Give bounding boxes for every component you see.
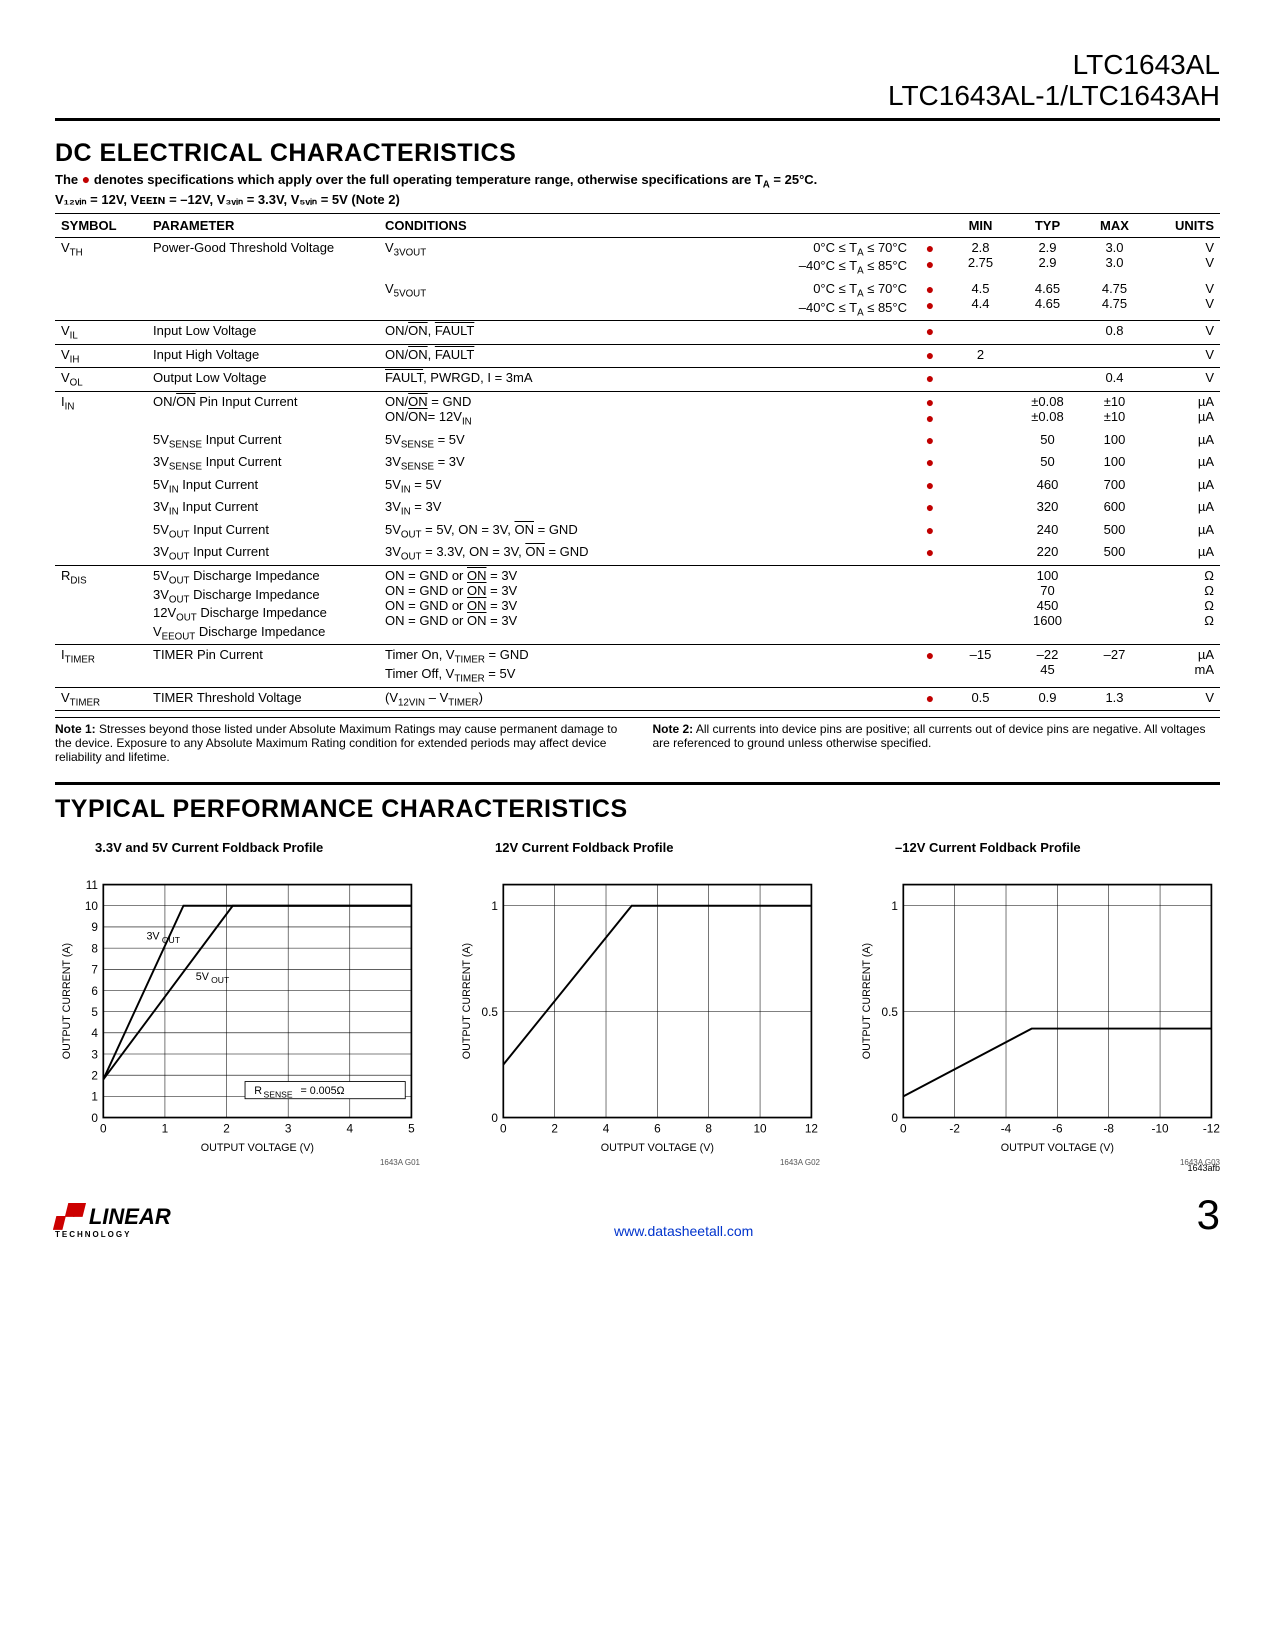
svg-text:5V: 5V [196,971,210,983]
svg-text:11: 11 [86,878,98,892]
svg-text:-8: -8 [1103,1122,1114,1136]
table-row: VILInput Low VoltageON/ON, FAULT●0.8V [55,321,1220,345]
svg-text:OUTPUT VOLTAGE (V): OUTPUT VOLTAGE (V) [1001,1142,1114,1154]
table-row: 3VOUT Input Current3VOUT = 3.3V, ON = 3V… [55,542,1220,565]
svg-text:6: 6 [91,984,98,998]
svg-text:-10: -10 [1152,1122,1169,1136]
svg-text:0: 0 [500,1122,507,1136]
svg-text:7: 7 [91,963,98,977]
svg-text:1: 1 [491,899,498,913]
svg-text:1: 1 [162,1122,169,1136]
svg-text:OUTPUT CURRENT (A): OUTPUT CURRENT (A) [861,943,873,1059]
svg-text:5: 5 [91,1005,98,1019]
svg-text:4: 4 [603,1122,610,1136]
svg-text:0: 0 [891,1111,898,1125]
svg-text:4: 4 [91,1026,98,1040]
table-row: 3VIN Input Current3VIN = 3V●320600µA [55,497,1220,520]
svg-text:2: 2 [551,1122,558,1136]
footer-url[interactable]: www.datasheetall.com [614,1223,753,1239]
page-number: 3 [1197,1191,1220,1239]
svg-text:0: 0 [91,1111,98,1125]
table-row: 3VSENSE Input Current3VSENSE = 3V●50100µ… [55,452,1220,475]
table-row: VIHInput High VoltageON/ON, FAULT●2V [55,344,1220,368]
chart: 12V Current Foldback Profile02468101200.… [455,840,820,1167]
svg-text:3: 3 [91,1048,98,1062]
svg-text:10: 10 [753,1122,767,1136]
svg-text:R: R [254,1085,262,1097]
page-part-title: LTC1643AL LTC1643AL-1/LTC1643AH [55,50,1220,112]
svg-text:0: 0 [491,1111,498,1125]
svg-text:OUT: OUT [211,975,230,985]
table-row: ITIMERTIMER Pin CurrentTimer On, VTIMER … [55,645,1220,687]
svg-text:2: 2 [91,1069,98,1083]
table-row: 5VIN Input Current5VIN = 5V●460700µA [55,475,1220,498]
svg-text:-12: -12 [1203,1122,1220,1136]
table-row: VTIMERTIMER Threshold Voltage(V12VIN – V… [55,687,1220,711]
svg-text:8: 8 [705,1122,712,1136]
table-row: IINON/ON Pin Input CurrentON/ON = GNDON/… [55,391,1220,429]
table-row: V5VOUT0°C ≤ TA ≤ 70°C–40°C ≤ TA ≤ 85°C●●… [55,279,1220,321]
dc-condition-line1: The ● denotes specifications which apply… [55,170,1220,192]
svg-text:12: 12 [805,1122,818,1136]
table-row: 5VSENSE Input Current5VSENSE = 5V●50100µ… [55,430,1220,453]
table-row: VTHPower-Good Threshold VoltageV3VOUT0°C… [55,237,1220,279]
svg-text:OUTPUT VOLTAGE (V): OUTPUT VOLTAGE (V) [601,1142,714,1154]
svg-text:-4: -4 [1001,1122,1012,1136]
chart: 3.3V and 5V Current Foldback Profile0123… [55,840,420,1167]
svg-text:OUTPUT VOLTAGE (V): OUTPUT VOLTAGE (V) [201,1142,314,1154]
table-row: VOLOutput Low VoltageFAULT, PWRGD, I = 3… [55,368,1220,392]
svg-text:OUTPUT CURRENT (A): OUTPUT CURRENT (A) [61,943,73,1059]
logo: ▞▘LINEAR TECHNOLOGY [55,1204,171,1239]
svg-text:OUT: OUT [162,935,181,945]
svg-text:5: 5 [408,1122,415,1136]
svg-text:-2: -2 [949,1122,960,1136]
svg-text:4: 4 [347,1122,354,1136]
notes: Note 1: Stresses beyond those listed und… [55,717,1220,764]
svg-text:OUTPUT CURRENT (A): OUTPUT CURRENT (A) [461,943,473,1059]
charts-row: 3.3V and 5V Current Foldback Profile0123… [55,840,1220,1167]
svg-text:0: 0 [100,1122,107,1136]
svg-text:9: 9 [91,920,98,934]
svg-text:3: 3 [285,1122,292,1136]
section-perf-title: TYPICAL PERFORMANCE CHARACTERISTICS [55,795,1220,824]
svg-text:0.5: 0.5 [482,1005,499,1019]
table-row: 5VOUT Input Current5VOUT = 5V, ON = 3V, … [55,520,1220,543]
svg-text:-6: -6 [1052,1122,1063,1136]
svg-text:1: 1 [891,899,898,913]
svg-text:6: 6 [654,1122,661,1136]
chart: –12V Current Foldback Profile0-2-4-6-8-1… [855,840,1220,1167]
svg-text:SENSE: SENSE [264,1090,293,1100]
svg-text:8: 8 [91,942,98,956]
svg-text:3V: 3V [146,931,160,943]
svg-text:0: 0 [900,1122,907,1136]
dc-condition-line2: V₁₂ᵥᵢₙ = 12V, Vᴇᴇɪɴ = –12V, V₃ᵥᵢₙ = 3.3V… [55,192,1220,209]
svg-text:2: 2 [223,1122,230,1136]
svg-text:= 0.005Ω: = 0.005Ω [300,1085,344,1097]
section-dc-title: DC ELECTRICAL CHARACTERISTICS [55,139,1220,168]
svg-text:10: 10 [85,899,99,913]
table-row: RDIS5VOUT Discharge Impedance3VOUT Disch… [55,566,1220,645]
svg-text:0.5: 0.5 [882,1005,899,1019]
svg-text:1: 1 [91,1090,98,1104]
dc-table: SYMBOL PARAMETER CONDITIONS MIN TYP MAX … [55,213,1220,711]
